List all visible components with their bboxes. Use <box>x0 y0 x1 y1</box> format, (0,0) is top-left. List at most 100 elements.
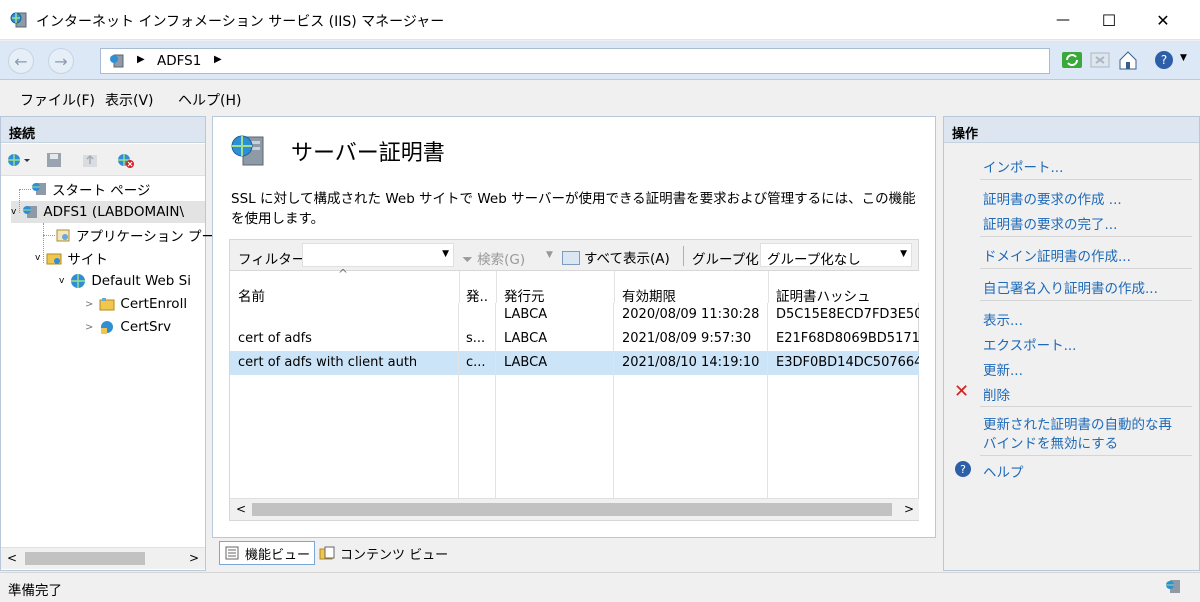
header-issued-to[interactable]: 発.. <box>466 285 488 305</box>
table-row[interactable]: LABCA 2020/08/09 11:30:28 D5C15E8ECD7FD3… <box>230 303 919 327</box>
refresh-icon[interactable] <box>1061 49 1083 71</box>
help-dropdown-icon[interactable]: ▼ <box>1180 53 1187 63</box>
actions-header: 操作 <box>944 117 1199 143</box>
back-button[interactable]: ← <box>8 48 34 74</box>
maximize-button[interactable]: ☐ <box>1086 0 1132 40</box>
feature-content-panel: サーバー証明書 SSL に対して構成された Web サイトで Web サーバーが… <box>212 116 936 538</box>
header-issuer[interactable]: 発行元 <box>504 285 545 305</box>
action-separator <box>980 236 1192 237</box>
tree-item-app-pools[interactable]: アプリケーション プール <box>55 224 229 246</box>
app-pool-icon <box>55 227 71 243</box>
action-separator <box>980 179 1192 180</box>
tree-item-server[interactable]: v ADFS1 (LABDOMAIN\ <box>11 201 205 223</box>
action-renew[interactable]: 更新... <box>983 359 1023 379</box>
tree-item-certsrv[interactable]: > CertSrv <box>85 316 171 338</box>
header-divider <box>459 271 460 303</box>
filter-input[interactable]: ▼ <box>302 243 454 267</box>
action-import[interactable]: インポート... <box>983 156 1063 176</box>
tree-item-certenroll[interactable]: > CertEnroll <box>85 293 187 315</box>
header-hash[interactable]: 証明書ハッシュ <box>776 285 871 305</box>
show-all-button[interactable]: すべて表示(A) <box>562 247 670 267</box>
search-dropdown-icon[interactable]: ▼ <box>546 250 553 260</box>
title-bar: インターネット インフォメーション サービス (IIS) マネージャー — ☐ … <box>0 0 1200 40</box>
group-by-label: グループ化: <box>692 252 764 268</box>
up-level-icon[interactable] <box>81 151 99 173</box>
filter-toolbar: フィルター: ▼ ⏷ 検索(G) ▼ すべて表示(A) グループ化: グループ化… <box>229 239 919 271</box>
action-export[interactable]: エクスポート... <box>983 334 1076 354</box>
address-box[interactable]: ▶ ADFS1 ▶ <box>100 48 1050 74</box>
action-create-self-signed[interactable]: 自己署名入り証明書の作成... <box>983 277 1158 297</box>
menu-help[interactable]: ヘルプ(H) <box>178 90 241 110</box>
forward-button[interactable]: → <box>48 48 74 74</box>
header-divider <box>614 271 615 303</box>
tree-line <box>43 235 55 236</box>
search-button[interactable]: ⏷ 検索(G) <box>462 248 525 268</box>
action-disable-auto-rebind-line2[interactable]: バインドを無効にする <box>983 432 1118 452</box>
menu-view[interactable]: 表示(V) <box>105 90 154 110</box>
scroll-thumb[interactable] <box>252 503 892 516</box>
action-delete[interactable]: 削除 <box>983 384 1010 404</box>
connections-panel: 接続 スタート ページ v ADFS1 (LABDOMAIN\ アプリケーション… <box>0 116 229 571</box>
svg-text:?: ? <box>1161 53 1167 67</box>
window-title: インターネット インフォメーション サービス (IIS) マネージャー <box>36 14 445 30</box>
expand-icon[interactable]: > <box>85 299 93 310</box>
disconnect-icon[interactable] <box>115 151 137 173</box>
server-certificates-icon <box>229 131 269 171</box>
page-title: サーバー証明書 <box>291 141 445 166</box>
tree-item-sites[interactable]: v サイト <box>35 247 108 269</box>
globe-icon <box>70 273 86 289</box>
expand-icon[interactable]: > <box>85 322 93 333</box>
action-separator <box>980 406 1192 407</box>
tree-item-default-web-site[interactable]: v Default Web Si <box>59 270 191 292</box>
action-create-request[interactable]: 証明書の要求の作成 ... <box>983 188 1122 208</box>
breadcrumb-server[interactable]: ADFS1 <box>157 53 201 69</box>
certificates-grid: ^ 名前 発.. 発行元 有効期限 証明書ハッシュ LABCA 2020/08/… <box>229 267 919 521</box>
breadcrumb-arrow-icon[interactable]: ▶ <box>214 54 222 65</box>
help-icon[interactable]: ? <box>1153 49 1175 71</box>
iis-app-icon <box>10 11 28 29</box>
table-row-selected[interactable]: cert of adfs with client auth c... LABCA… <box>230 351 919 375</box>
table-row[interactable]: cert of adfs s... LABCA 2021/08/09 9:57:… <box>230 327 919 351</box>
action-complete-request[interactable]: 証明書の要求の完了... <box>983 213 1117 233</box>
grid-horizontal-scrollbar[interactable]: < > <box>230 498 919 520</box>
collapse-icon[interactable]: v <box>35 253 40 263</box>
action-separator <box>980 300 1192 301</box>
menu-file[interactable]: ファイル(F) <box>20 90 95 110</box>
minimize-button[interactable]: — <box>1040 0 1086 40</box>
menu-bar: ファイル(F) 表示(V) ヘルプ(H) <box>0 81 1200 115</box>
save-icon[interactable] <box>45 151 63 173</box>
group-by-select[interactable]: グループ化なし ▼ <box>760 243 912 268</box>
collapse-icon[interactable]: v <box>11 207 16 217</box>
collapse-icon[interactable]: v <box>59 276 64 286</box>
chevron-down-icon[interactable]: ▼ <box>442 249 449 259</box>
action-separator <box>980 455 1192 456</box>
funnel-icon: ⏷ <box>462 252 478 268</box>
scroll-left-icon[interactable]: < <box>236 502 246 516</box>
header-name[interactable]: 名前 <box>238 285 265 305</box>
server-status-icon <box>1164 578 1184 600</box>
stop-icon[interactable] <box>1089 49 1111 71</box>
action-help[interactable]: ヘルプ <box>983 461 1024 481</box>
header-expiration[interactable]: 有効期限 <box>622 285 676 305</box>
chevron-down-icon[interactable]: ▼ <box>900 249 907 259</box>
start-page-icon <box>31 181 47 197</box>
tree-item-start-page[interactable]: スタート ページ <box>31 178 151 200</box>
connect-icon[interactable] <box>6 151 32 173</box>
scroll-right-icon[interactable]: > <box>904 502 914 516</box>
action-disable-auto-rebind-line1[interactable]: 更新された証明書の自動的な再 <box>983 413 1172 433</box>
status-bar: 準備完了 <box>0 572 1200 602</box>
action-view[interactable]: 表示... <box>983 309 1023 329</box>
connections-horizontal-scrollbar[interactable]: < > <box>1 547 205 569</box>
scroll-right-icon[interactable]: > <box>189 551 199 565</box>
content-view-tab[interactable]: コンテンツ ビュー <box>315 541 452 565</box>
connections-toolbar <box>1 144 205 176</box>
features-view-tab[interactable]: 機能ビュー <box>219 541 316 565</box>
close-button[interactable]: ✕ <box>1140 0 1186 40</box>
breadcrumb-arrow-icon: ▶ <box>137 54 145 65</box>
tree-line <box>19 189 20 213</box>
scroll-thumb[interactable] <box>25 552 145 565</box>
action-create-domain-cert[interactable]: ドメイン証明書の作成... <box>983 245 1131 265</box>
scroll-left-icon[interactable]: < <box>7 551 17 565</box>
application-icon <box>99 319 115 335</box>
home-icon[interactable] <box>1117 49 1139 71</box>
